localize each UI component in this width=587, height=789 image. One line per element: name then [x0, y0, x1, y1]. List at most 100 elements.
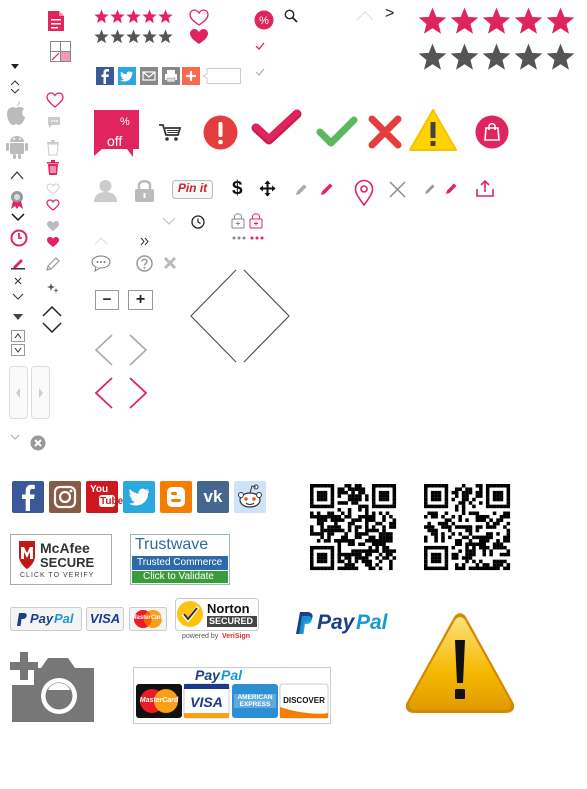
prev-arrow-gray-icon[interactable]	[94, 334, 114, 366]
move-arrows-icon[interactable]	[259, 180, 276, 197]
close-thin-icon[interactable]	[389, 181, 406, 198]
scroll-right-button[interactable]	[31, 366, 50, 419]
pinit-button[interactable]: Pin it	[172, 180, 213, 199]
instagram-icon[interactable]	[49, 481, 81, 513]
spinner-down-icon[interactable]	[11, 344, 25, 356]
chevron-down-thin-icon[interactable]	[12, 293, 24, 301]
chevron-up-large-icon[interactable]	[42, 305, 62, 317]
trash-light-icon[interactable]	[47, 140, 59, 156]
spinner-up-icon[interactable]	[11, 330, 25, 342]
pencil-gray-small-icon[interactable]	[424, 183, 436, 195]
share-upload-icon[interactable]	[476, 179, 495, 198]
next-arrow-pink-icon[interactable]	[128, 377, 148, 409]
heart-gray-icon[interactable]	[46, 220, 60, 232]
star-rating-gray-small[interactable]	[94, 29, 174, 45]
star-rating-pink-small[interactable]	[94, 9, 174, 25]
share-print-button[interactable]	[162, 67, 180, 85]
star-icon[interactable]	[482, 7, 511, 34]
reddit-icon[interactable]	[234, 481, 266, 513]
double-chevron-right-icon[interactable]	[140, 237, 150, 246]
shopping-cart-icon[interactable]	[159, 123, 182, 142]
prev-arrow-pink-icon[interactable]	[94, 377, 114, 409]
star-icon[interactable]	[514, 7, 543, 34]
search-icon[interactable]	[284, 9, 298, 23]
comment-gray-icon[interactable]	[47, 116, 61, 129]
star-icon[interactable]	[94, 29, 109, 44]
star-icon[interactable]	[158, 9, 173, 24]
add-lock-gray-icon[interactable]	[231, 212, 245, 229]
chevron-right-text[interactable]: >	[385, 5, 394, 23]
star-icon[interactable]	[142, 9, 157, 24]
star-icon[interactable]	[450, 43, 479, 70]
heart-outline-medium-icon[interactable]	[189, 9, 209, 26]
grid-layout-icon[interactable]	[50, 41, 71, 62]
heart-filled-medium-icon[interactable]	[189, 28, 209, 45]
zoom-out-button[interactable]: −	[95, 290, 119, 310]
more-dots-pink-icon[interactable]	[250, 236, 264, 240]
chevron-down-tiny-icon[interactable]	[10, 434, 20, 440]
star-icon[interactable]	[418, 7, 447, 34]
check-pink-small-icon[interactable]	[255, 42, 265, 50]
zoom-in-button[interactable]: +	[128, 290, 153, 310]
star-icon[interactable]	[546, 7, 575, 34]
share-facebook-button[interactable]	[96, 67, 114, 85]
share-email-button[interactable]	[140, 67, 158, 85]
scroll-left-button[interactable]	[9, 366, 28, 419]
star-rating-gray-large[interactable]	[418, 43, 578, 75]
chevron-down-icon[interactable]	[11, 212, 25, 222]
star-icon[interactable]	[482, 43, 511, 70]
next-arrow-gray-icon[interactable]	[128, 334, 148, 366]
star-rating-pink-large[interactable]	[418, 7, 578, 39]
chevron-up-faint-icon[interactable]	[356, 11, 374, 21]
add-lock-pink-icon[interactable]	[249, 212, 263, 229]
location-pin-icon[interactable]	[354, 179, 374, 207]
chevron-down-large-icon[interactable]	[42, 322, 62, 334]
clock-icon[interactable]	[10, 229, 28, 247]
trustwave-badge[interactable]: Trustwave Trusted Commerce Click to Vali…	[130, 534, 230, 585]
chat-bubble-icon[interactable]	[91, 255, 111, 273]
star-icon[interactable]	[94, 9, 109, 24]
mcafee-secure-badge[interactable]: McAfee SECURE CLICK TO VERIFY	[10, 534, 112, 585]
pencil-outline-icon[interactable]	[45, 256, 61, 272]
chevron-down-faint-icon[interactable]	[162, 217, 176, 226]
vk-icon[interactable]: vk	[197, 481, 229, 513]
help-circle-icon[interactable]	[136, 255, 153, 272]
close-bold-gray-icon[interactable]	[163, 256, 177, 270]
shopping-bag-icon[interactable]	[475, 115, 509, 149]
caret-down-dark-icon[interactable]	[12, 313, 24, 321]
blogger-icon[interactable]	[160, 481, 192, 513]
star-icon[interactable]	[142, 29, 157, 44]
star-icon[interactable]	[110, 29, 125, 44]
facebook-icon[interactable]	[12, 481, 44, 513]
star-icon[interactable]	[126, 29, 141, 44]
star-icon[interactable]	[418, 43, 447, 70]
star-icon[interactable]	[110, 9, 125, 24]
heart-pink-icon[interactable]	[46, 236, 60, 248]
share-twitter-button[interactable]	[118, 67, 136, 85]
heart-outline-light-icon[interactable]	[46, 183, 60, 195]
add-photo-camera-icon[interactable]	[10, 652, 96, 724]
timer-icon[interactable]	[191, 215, 205, 229]
paypal-logo[interactable]: Pay Pal	[292, 610, 388, 636]
edit-underline-icon[interactable]	[11, 256, 25, 270]
star-icon[interactable]	[126, 9, 141, 24]
trash-pink-icon[interactable]	[47, 160, 59, 175]
heart-outline-pink-icon[interactable]	[46, 199, 60, 211]
star-icon[interactable]	[546, 43, 575, 70]
chevron-up-faint-small-icon[interactable]	[94, 237, 108, 245]
close-small-icon[interactable]	[14, 277, 22, 285]
chevron-up-icon[interactable]	[10, 170, 24, 180]
twitter-icon[interactable]	[123, 481, 155, 513]
check-gray-small-icon[interactable]	[255, 68, 265, 76]
star-icon[interactable]	[514, 43, 543, 70]
pencil-gray-icon[interactable]	[295, 183, 308, 196]
youtube-icon[interactable]: You Tube	[86, 481, 123, 513]
clear-circle-icon[interactable]	[30, 435, 46, 451]
star-icon[interactable]	[450, 7, 479, 34]
more-dots-gray-icon[interactable]	[232, 236, 246, 240]
pencil-pink-small-icon[interactable]	[445, 182, 458, 195]
sort-arrows-icon[interactable]	[9, 80, 21, 94]
pencil-pink-icon[interactable]	[320, 182, 334, 196]
caret-down-icon[interactable]	[10, 62, 20, 70]
star-icon[interactable]	[158, 29, 173, 44]
